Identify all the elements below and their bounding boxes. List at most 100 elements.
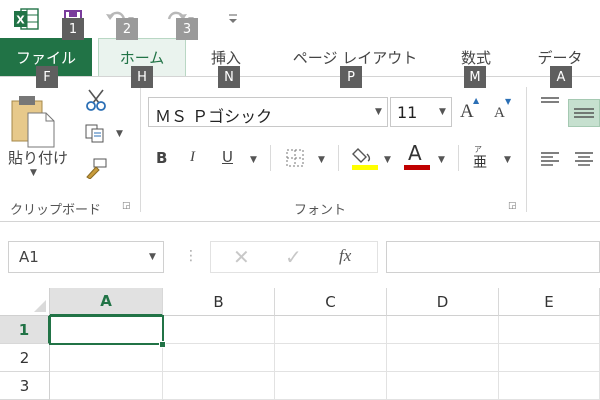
cell[interactable] <box>499 344 600 372</box>
worksheet-grid: A B C D E 1 2 3 <box>0 288 600 400</box>
cell[interactable] <box>275 372 387 400</box>
excel-logo-icon: X <box>12 8 40 30</box>
phonetic-guide-icon[interactable]: ア 亜 <box>472 143 496 175</box>
row-header-2[interactable]: 2 <box>0 344 50 372</box>
underline-button[interactable]: U <box>222 148 233 166</box>
keytip-redo: 3 <box>176 18 198 40</box>
name-box-value: A1 <box>19 248 39 266</box>
svg-text:ア: ア <box>474 145 482 154</box>
active-cell-a1[interactable] <box>49 315 164 345</box>
cell[interactable] <box>275 316 387 344</box>
chevron-down-icon: ▼ <box>375 107 382 117</box>
fill-handle[interactable] <box>159 341 166 348</box>
name-box[interactable]: A1 ▼ <box>8 241 164 273</box>
clipboard-launcher-icon[interactable]: ◲ <box>122 201 131 211</box>
fill-color-icon[interactable] <box>352 143 378 175</box>
column-header-b[interactable]: B <box>163 288 275 316</box>
align-left-icon[interactable] <box>540 151 560 171</box>
select-all-icon <box>34 300 46 312</box>
clipboard-group-label: クリップボード <box>10 203 102 218</box>
font-group-label: フォント <box>294 203 347 218</box>
svg-text:X: X <box>16 14 25 27</box>
enter-icon[interactable]: ✓ <box>285 245 302 269</box>
cut-icon[interactable] <box>84 89 108 115</box>
tab-formulas-label: 数式 <box>460 48 491 67</box>
formula-buttons: ✕ ✓ fx <box>210 241 378 273</box>
tab-page-layout-label: ページ レイアウト <box>292 48 418 67</box>
row-header-3[interactable]: 3 <box>0 372 50 400</box>
drag-handle-icon[interactable]: ⋮ <box>184 248 198 264</box>
italic-button[interactable]: I <box>190 149 195 166</box>
divider <box>270 145 271 171</box>
cell[interactable] <box>499 372 600 400</box>
paste-dropdown-icon[interactable]: ▼ <box>30 168 37 178</box>
tab-insert-label: 挿入 <box>210 48 241 67</box>
cancel-icon[interactable]: ✕ <box>233 245 250 269</box>
svg-text:亜: 亜 <box>473 155 487 171</box>
keytip-undo: 2 <box>116 18 138 40</box>
tab-home-label: ホーム <box>119 49 165 67</box>
customize-qat-icon[interactable] <box>226 8 240 30</box>
tab-file-label: ファイル <box>15 48 76 67</box>
fill-color-dropdown-icon[interactable]: ▼ <box>384 155 391 165</box>
formula-bar: A1 ▼ ⋮ ✕ ✓ fx <box>0 222 600 288</box>
align-middle-icon <box>574 108 594 118</box>
cell[interactable] <box>387 344 499 372</box>
cell[interactable] <box>50 344 163 372</box>
cell[interactable] <box>275 344 387 372</box>
keytip-page-layout: P <box>340 66 362 88</box>
copy-icon[interactable] <box>84 123 106 147</box>
cell[interactable] <box>499 316 600 344</box>
chevron-down-icon: ▼ <box>439 107 446 117</box>
formula-input[interactable] <box>386 241 600 273</box>
quick-access-toolbar: X 1 2 3 <box>0 0 600 40</box>
align-middle-button[interactable] <box>568 99 600 127</box>
cell[interactable] <box>387 372 499 400</box>
paste-icon <box>8 93 56 153</box>
font-color-swatch <box>404 165 430 170</box>
font-launcher-icon[interactable]: ◲ <box>508 201 517 211</box>
cell[interactable] <box>163 316 275 344</box>
column-header-d[interactable]: D <box>387 288 499 316</box>
font-family-select[interactable]: ＭＳ Ｐゴシック ▼ <box>148 97 388 127</box>
borders-icon[interactable] <box>286 149 304 171</box>
font-color-button[interactable]: A <box>404 141 430 171</box>
keytip-save: 1 <box>62 18 84 40</box>
cell[interactable] <box>163 344 275 372</box>
column-header-e[interactable]: E <box>499 288 600 316</box>
divider <box>458 145 459 171</box>
font-size-select[interactable]: 11 ▼ <box>390 97 452 127</box>
align-center-icon[interactable] <box>574 151 594 171</box>
font-color-dropdown-icon[interactable]: ▼ <box>438 155 445 165</box>
keytip-home: H <box>131 66 153 88</box>
cell[interactable] <box>50 372 163 400</box>
format-painter-icon[interactable] <box>84 157 108 183</box>
keytip-data: A <box>550 66 572 88</box>
font-size-value: 11 <box>397 103 418 122</box>
column-header-c[interactable]: C <box>275 288 387 316</box>
underline-dropdown-icon[interactable]: ▼ <box>250 155 257 165</box>
select-all-corner[interactable] <box>0 288 50 316</box>
borders-dropdown-icon[interactable]: ▼ <box>318 155 325 165</box>
keytip-formulas: M <box>464 66 486 88</box>
divider <box>338 145 339 171</box>
bold-button[interactable]: B <box>156 149 167 167</box>
tab-data-label: データ <box>537 48 583 67</box>
cell[interactable] <box>163 372 275 400</box>
phonetic-dropdown-icon[interactable]: ▼ <box>504 155 511 165</box>
group-separator <box>140 87 141 212</box>
paste-button[interactable] <box>8 93 68 151</box>
font-family-value: ＭＳ Ｐゴシック <box>155 107 273 126</box>
shrink-font-glyph: A <box>494 105 505 121</box>
cell[interactable] <box>387 316 499 344</box>
align-top-icon[interactable] <box>540 95 560 115</box>
grow-font-glyph: A <box>460 101 474 122</box>
group-separator <box>526 87 527 212</box>
column-header-a[interactable]: A <box>50 288 163 316</box>
paste-label[interactable]: 貼り付け <box>8 147 68 168</box>
insert-function-button[interactable]: fx <box>339 246 351 266</box>
arrow-down-icon: ▼ <box>505 97 512 106</box>
row-header-1[interactable]: 1 <box>0 316 50 344</box>
keytip-insert: N <box>218 66 240 88</box>
copy-dropdown-icon[interactable]: ▼ <box>116 129 123 139</box>
